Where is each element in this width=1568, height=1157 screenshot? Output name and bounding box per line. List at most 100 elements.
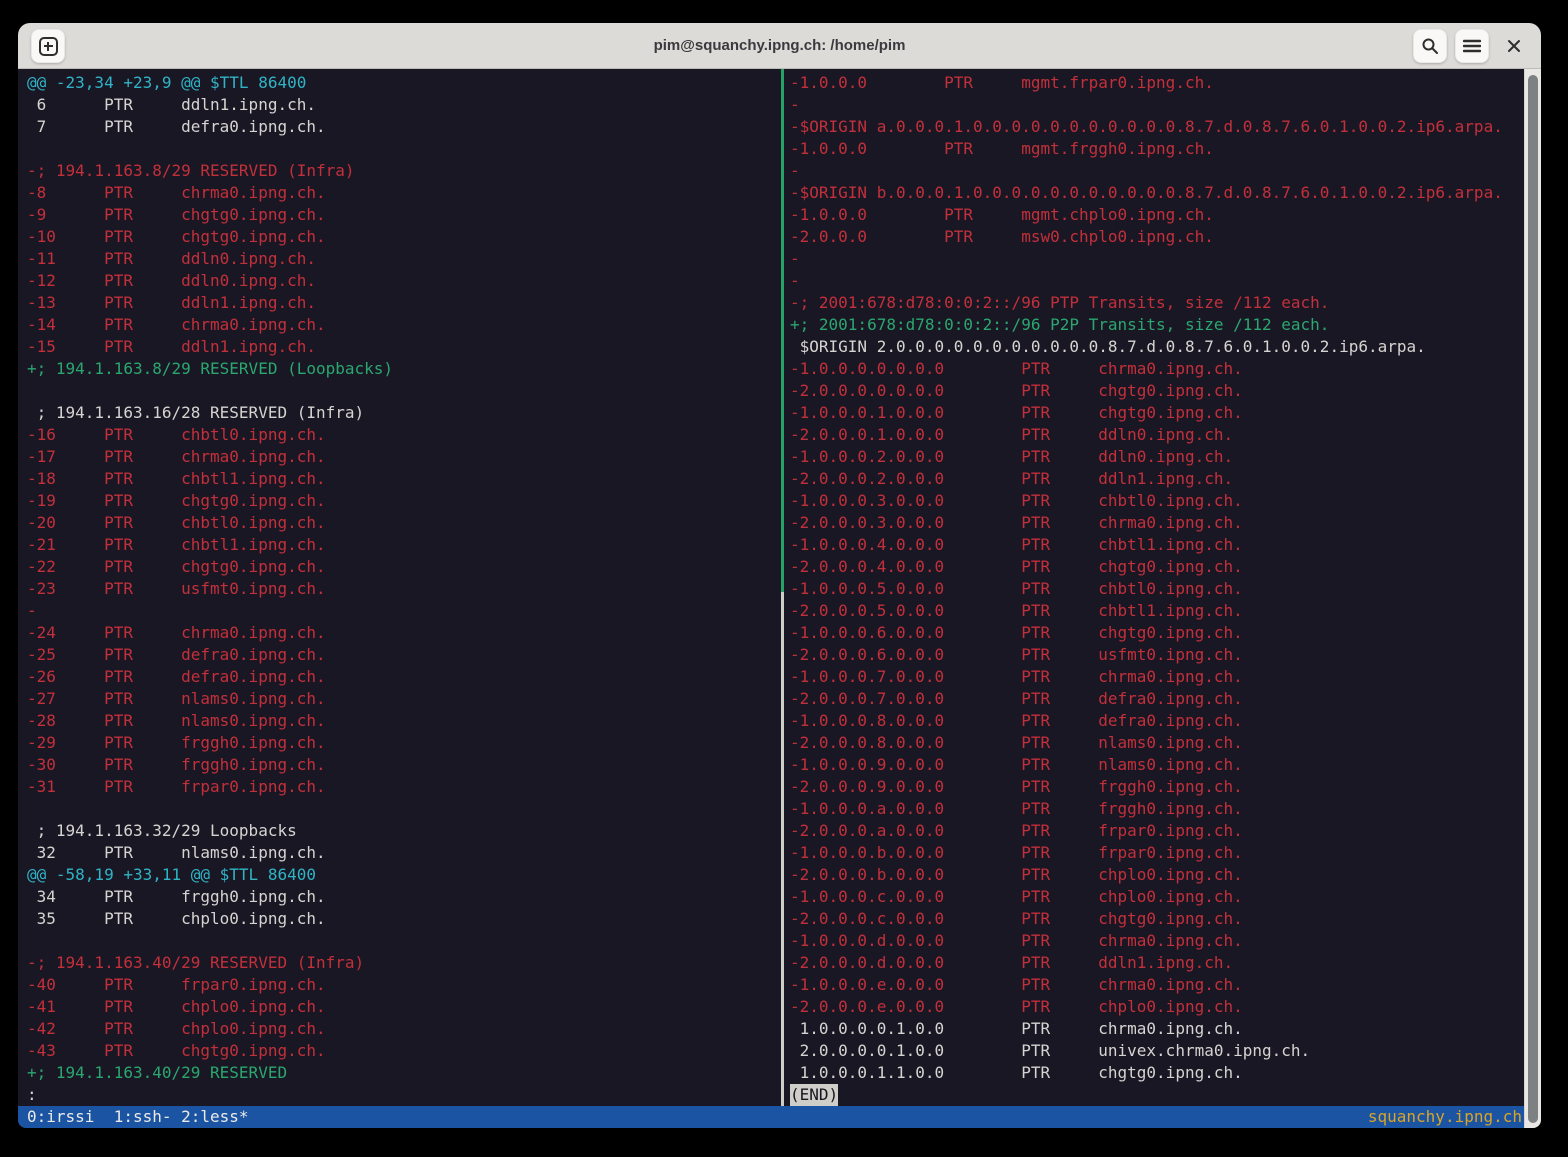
tmux-window-list[interactable]: 0:irssi 1:ssh- 2:less*: [27, 1106, 249, 1128]
terminal-window: pim@squanchy.ipng.ch: /home/pim: [18, 23, 1541, 1128]
terminal-line: -29 PTR frggh0.ipng.ch.: [27, 732, 779, 754]
terminal-line: -1.0.0.0 PTR mgmt.chplo0.ipng.ch.: [790, 204, 1524, 226]
terminal-line: 7 PTR defra0.ipng.ch.: [27, 116, 779, 138]
close-icon: [1506, 38, 1522, 54]
terminal-line: -2.0.0.0.5.0.0.0 PTR chbtl1.ipng.ch.: [790, 600, 1524, 622]
terminal-line: -24 PTR chrma0.ipng.ch.: [27, 622, 779, 644]
terminal-line: -1.0.0.0.d.0.0.0 PTR chrma0.ipng.ch.: [790, 930, 1524, 952]
terminal-line: -22 PTR chgtg0.ipng.ch.: [27, 556, 779, 578]
terminal-line: -8 PTR chrma0.ipng.ch.: [27, 182, 779, 204]
terminal-line: @@ -58,19 +33,11 @@ $TTL 86400: [27, 864, 779, 886]
window-title: pim@squanchy.ipng.ch: /home/pim: [18, 37, 1541, 54]
terminal-line: -17 PTR chrma0.ipng.ch.: [27, 446, 779, 468]
terminal-line: -1.0.0.0.8.0.0.0 PTR defra0.ipng.ch.: [790, 710, 1524, 732]
terminal-line: -1.0.0.0.c.0.0.0 PTR chplo0.ipng.ch.: [790, 886, 1524, 908]
terminal-line: -42 PTR chplo0.ipng.ch.: [27, 1018, 779, 1040]
terminal-line: -18 PTR chbtl1.ipng.ch.: [27, 468, 779, 490]
terminal-line: -1.0.0.0.7.0.0.0 PTR chrma0.ipng.ch.: [790, 666, 1524, 688]
terminal-line: -1.0.0.0.4.0.0.0 PTR chbtl1.ipng.ch.: [790, 534, 1524, 556]
terminal-line: -2.0.0.0.8.0.0.0 PTR nlams0.ipng.ch.: [790, 732, 1524, 754]
terminal-line: -21 PTR chbtl1.ipng.ch.: [27, 534, 779, 556]
terminal-line: (END): [790, 1084, 838, 1106]
tmux-status-bar: 0:irssi 1:ssh- 2:less* squanchy.ipng.ch: [18, 1106, 1524, 1128]
terminal-line: -2.0.0.0.7.0.0.0 PTR defra0.ipng.ch.: [790, 688, 1524, 710]
terminal-line: 1.0.0.0.0.1.0.0 PTR chrma0.ipng.ch.: [790, 1018, 1524, 1040]
terminal-line: -1.0.0.0.9.0.0.0 PTR nlams0.ipng.ch.: [790, 754, 1524, 776]
terminal-line: -9 PTR chgtg0.ipng.ch.: [27, 204, 779, 226]
terminal-line: -1.0.0.0.5.0.0.0 PTR chbtl0.ipng.ch.: [790, 578, 1524, 600]
terminal-line: -2.0.0.0.a.0.0.0 PTR frpar0.ipng.ch.: [790, 820, 1524, 842]
terminal-line: -40 PTR frpar0.ipng.ch.: [27, 974, 779, 996]
terminal-line: +; 194.1.163.40/29 RESERVED: [27, 1062, 779, 1084]
terminal-line: +; 194.1.163.8/29 RESERVED (Loopbacks): [27, 358, 779, 380]
terminal-line: [27, 930, 779, 952]
terminal-content[interactable]: @@ -23,34 +23,9 @@ $TTL 86400 6 PTR ddln…: [18, 69, 1541, 1128]
terminal-line: -2.0.0.0.9.0.0.0 PTR frggh0.ipng.ch.: [790, 776, 1524, 798]
terminal-line: 6 PTR ddln1.ipng.ch.: [27, 94, 779, 116]
terminal-line: -28 PTR nlams0.ipng.ch.: [27, 710, 779, 732]
scrollbar-track[interactable]: [1524, 69, 1541, 1128]
terminal-line: -$ORIGIN a.0.0.0.1.0.0.0.0.0.0.0.0.0.0.0…: [790, 116, 1524, 138]
terminal-line: [27, 798, 779, 820]
terminal-line: -27 PTR nlams0.ipng.ch.: [27, 688, 779, 710]
terminal-line: 2.0.0.0.0.1.0.0 PTR univex.chrma0.ipng.c…: [790, 1040, 1524, 1062]
terminal-line: -1.0.0.0.b.0.0.0 PTR frpar0.ipng.ch.: [790, 842, 1524, 864]
terminal-line: -2.0.0.0.e.0.0.0 PTR chplo0.ipng.ch.: [790, 996, 1524, 1018]
terminal-line: -16 PTR chbtl0.ipng.ch.: [27, 424, 779, 446]
hamburger-menu-icon: [1463, 39, 1481, 53]
terminal-line: 1.0.0.0.1.1.0.0 PTR chgtg0.ipng.ch.: [790, 1062, 1524, 1084]
terminal-line: -2.0.0.0.d.0.0.0 PTR ddln1.ipng.ch.: [790, 952, 1524, 974]
terminal-line: -19 PTR chgtg0.ipng.ch.: [27, 490, 779, 512]
tmux-pane-left-diff[interactable]: @@ -23,34 +23,9 @@ $TTL 86400 6 PTR ddln…: [27, 72, 779, 1106]
terminal-line: -13 PTR ddln1.ipng.ch.: [27, 292, 779, 314]
terminal-line: -23 PTR usfmt0.ipng.ch.: [27, 578, 779, 600]
terminal-line: -; 194.1.163.8/29 RESERVED (Infra): [27, 160, 779, 182]
terminal-line: -: [790, 160, 1524, 182]
terminal-line: -1.0.0.0 PTR mgmt.frpar0.ipng.ch.: [790, 72, 1524, 94]
close-button[interactable]: [1497, 29, 1531, 63]
terminal-line: -1.0.0.0.3.0.0.0 PTR chbtl0.ipng.ch.: [790, 490, 1524, 512]
terminal-line: -10 PTR chgtg0.ipng.ch.: [27, 226, 779, 248]
terminal-line: -1.0.0.0.0.0.0.0 PTR chrma0.ipng.ch.: [790, 358, 1524, 380]
titlebar[interactable]: pim@squanchy.ipng.ch: /home/pim: [18, 23, 1541, 69]
terminal-line: -1.0.0.0.1.0.0.0 PTR chgtg0.ipng.ch.: [790, 402, 1524, 424]
terminal-line: -12 PTR ddln0.ipng.ch.: [27, 270, 779, 292]
terminal-line: -1.0.0.0.e.0.0.0 PTR chrma0.ipng.ch.: [790, 974, 1524, 996]
terminal-line: -: [790, 248, 1524, 270]
terminal-line: ; 194.1.163.16/28 RESERVED (Infra): [27, 402, 779, 424]
search-button[interactable]: [1413, 29, 1447, 63]
terminal-line: @@ -23,34 +23,9 @@ $TTL 86400: [27, 72, 779, 94]
tmux-pane-divider[interactable]: [781, 592, 784, 1128]
terminal-line: :: [27, 1084, 779, 1106]
new-tab-button[interactable]: [31, 29, 65, 63]
terminal-line: -20 PTR chbtl0.ipng.ch.: [27, 512, 779, 534]
terminal-line: -2.0.0.0.1.0.0.0 PTR ddln0.ipng.ch.: [790, 424, 1524, 446]
terminal-line: 35 PTR chplo0.ipng.ch.: [27, 908, 779, 930]
tmux-pane-right-diff[interactable]: -1.0.0.0 PTR mgmt.frpar0.ipng.ch.--$ORIG…: [790, 72, 1524, 1106]
terminal-line: 34 PTR frggh0.ipng.ch.: [27, 886, 779, 908]
search-icon: [1421, 37, 1439, 55]
terminal-line: -1.0.0.0 PTR mgmt.frggh0.ipng.ch.: [790, 138, 1524, 160]
new-tab-icon: [39, 37, 58, 56]
terminal-line: -1.0.0.0.6.0.0.0 PTR chgtg0.ipng.ch.: [790, 622, 1524, 644]
terminal-line: -11 PTR ddln0.ipng.ch.: [27, 248, 779, 270]
terminal-line: [27, 138, 779, 160]
terminal-line: -26 PTR defra0.ipng.ch.: [27, 666, 779, 688]
terminal-line: -2.0.0.0.3.0.0.0 PTR chrma0.ipng.ch.: [790, 512, 1524, 534]
terminal-line: -; 194.1.163.40/29 RESERVED (Infra): [27, 952, 779, 974]
terminal-line: -30 PTR frggh0.ipng.ch.: [27, 754, 779, 776]
terminal-line: ; 194.1.163.32/29 Loopbacks: [27, 820, 779, 842]
terminal-line: -15 PTR ddln1.ipng.ch.: [27, 336, 779, 358]
tmux-pane-divider-active[interactable]: [781, 69, 784, 592]
scrollbar-thumb[interactable]: [1528, 75, 1538, 1123]
terminal-line: -2.0.0.0.c.0.0.0 PTR chgtg0.ipng.ch.: [790, 908, 1524, 930]
menu-button[interactable]: [1455, 29, 1489, 63]
terminal-line: $ORIGIN 2.0.0.0.0.0.0.0.0.0.0.0.8.7.d.0.…: [790, 336, 1524, 358]
terminal-line: -31 PTR frpar0.ipng.ch.: [27, 776, 779, 798]
terminal-line: -2.0.0.0.4.0.0.0 PTR chgtg0.ipng.ch.: [790, 556, 1524, 578]
terminal-line: +; 2001:678:d78:0:0:2::/96 P2P Transits,…: [790, 314, 1524, 336]
tmux-status-hostname: squanchy.ipng.ch: [1368, 1106, 1522, 1128]
terminal-line: -1.0.0.0.a.0.0.0 PTR frggh0.ipng.ch.: [790, 798, 1524, 820]
terminal-line: -43 PTR chgtg0.ipng.ch.: [27, 1040, 779, 1062]
terminal-line: -: [27, 600, 779, 622]
